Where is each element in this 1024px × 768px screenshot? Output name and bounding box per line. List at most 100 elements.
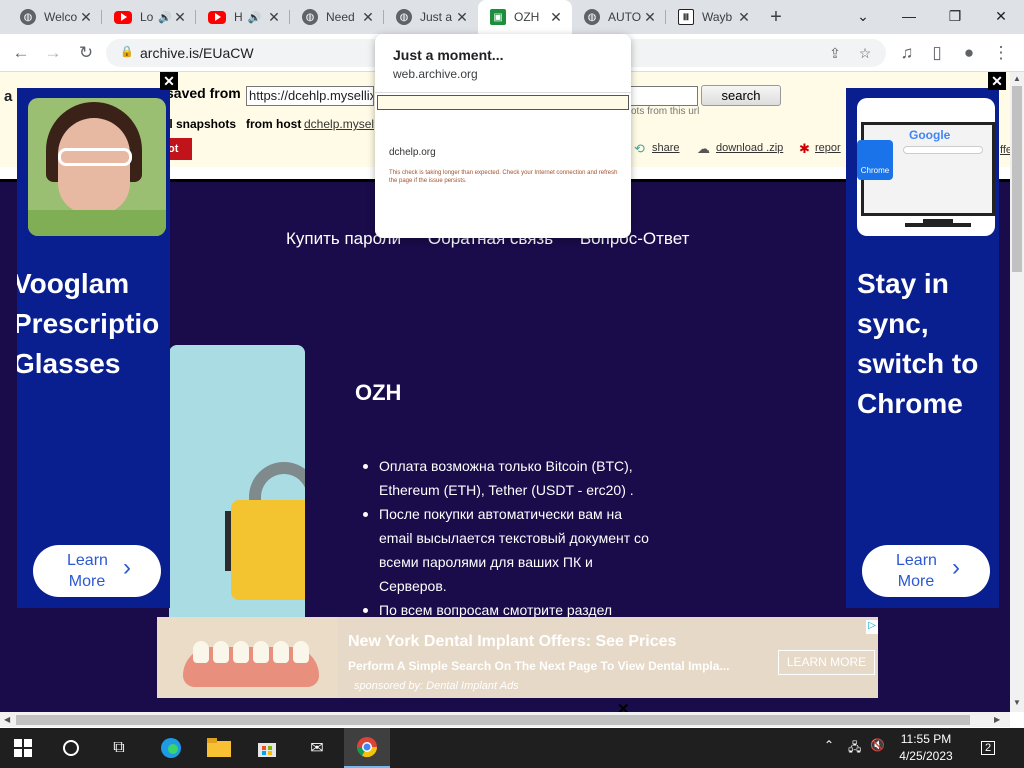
menu-kebab-icon[interactable]: ⋮ xyxy=(988,41,1014,65)
scroll-up-icon[interactable]: ▲ xyxy=(1013,74,1021,83)
network-icon[interactable]: 🖧 xyxy=(848,738,861,759)
close-icon[interactable]: ✕ xyxy=(548,9,564,25)
product-description-list: Оплата возможна только Bitcoin (BTC), Et… xyxy=(363,454,649,622)
youtube-icon xyxy=(208,10,226,24)
close-icon[interactable]: ✕ xyxy=(736,9,752,25)
bookmark-star-icon[interactable]: ☆ xyxy=(856,44,874,62)
search-button[interactable]: search xyxy=(701,85,781,106)
close-icon[interactable]: ✕ xyxy=(642,9,658,25)
learn-more-button[interactable]: Learn More › xyxy=(862,545,990,597)
adchoices-icon[interactable]: ▷ xyxy=(866,620,878,634)
ad-sponsor: sponsored by: Dental Implant Ads xyxy=(354,680,519,692)
left-ad-close-button[interactable]: ✕ xyxy=(160,72,178,90)
scrollbar-thumb[interactable] xyxy=(16,715,970,725)
ad-headline: Stay in sync, switch to Chrome xyxy=(857,268,979,419)
chrome-icon: Chrome xyxy=(857,140,893,180)
edge-icon[interactable] xyxy=(148,728,194,768)
notifications-icon[interactable]: 2 xyxy=(968,728,1008,768)
maximize-button[interactable]: ❐ xyxy=(932,0,978,34)
share-link[interactable]: share xyxy=(652,142,680,154)
close-icon[interactable]: ✕ xyxy=(266,9,282,25)
speaker-icon[interactable]: 🔊 xyxy=(158,11,172,24)
tab-just-a-moment[interactable]: ◍ Just a ✕ xyxy=(384,0,478,34)
tab-title: Lo xyxy=(140,10,154,24)
share-icon[interactable]: ⇪ xyxy=(826,44,844,62)
right-ad-close-button[interactable]: ✕ xyxy=(988,72,1006,90)
report-icon: ✱ xyxy=(799,141,810,156)
new-tab-button[interactable]: + xyxy=(766,7,786,27)
list-item: Оплата возможна только Bitcoin (BTC), Et… xyxy=(363,454,649,502)
vertical-scrollbar[interactable]: ▲ ▼ xyxy=(1010,72,1024,712)
close-icon[interactable]: ✕ xyxy=(78,9,94,25)
media-control-icon[interactable]: ♫ xyxy=(894,41,920,65)
snapshots-label: ll snapshots xyxy=(166,117,237,131)
tab-wayback[interactable]: Ⅲ Wayb ✕ xyxy=(666,0,760,34)
globe-icon: ◍ xyxy=(584,9,600,25)
dental-implant-image xyxy=(157,617,338,698)
volume-muted-icon[interactable]: 🔇 xyxy=(870,738,885,752)
tab-welcome[interactable]: ◍ Welco ✕ xyxy=(8,0,102,34)
search-url-input[interactable] xyxy=(630,86,698,106)
download-zip-link[interactable]: download .zip xyxy=(716,142,783,154)
learn-more-button[interactable]: Learn More › xyxy=(33,545,161,597)
back-button[interactable]: ← xyxy=(8,41,34,65)
mail-icon[interactable]: ✉ xyxy=(294,728,340,768)
side-panel-icon[interactable]: ▯ xyxy=(924,41,950,65)
store-icon[interactable] xyxy=(244,728,290,768)
close-icon[interactable]: ✕ xyxy=(454,9,470,25)
lock-icon[interactable]: 🔒 xyxy=(120,45,134,58)
clock-time: 11:55 PM xyxy=(900,732,952,746)
scroll-left-icon[interactable]: ◀ xyxy=(4,715,10,724)
tab-ozh[interactable]: ▣ OZH ✕ xyxy=(478,0,572,34)
tab-youtube-2[interactable]: H 🔊 ✕ xyxy=(196,0,290,34)
padlock-icon xyxy=(231,500,305,600)
speaker-icon[interactable]: 🔊 xyxy=(248,11,262,24)
tab-strip: ◍ Welco ✕ Lo 🔊 ✕ H 🔊 ✕ ◍ Need ✕ ◍ Just a… xyxy=(0,0,1024,34)
close-window-button[interactable]: ✕ xyxy=(978,0,1024,34)
youtube-icon xyxy=(114,10,132,24)
ad-model-photo xyxy=(28,98,166,236)
reload-button[interactable]: ↻ xyxy=(73,41,99,65)
profile-avatar-icon[interactable]: ● xyxy=(956,41,982,65)
scroll-down-icon[interactable]: ▼ xyxy=(1013,698,1021,707)
download-icon: ☁ xyxy=(697,141,710,156)
windows-taskbar: ⧉ ✉ ⌃ 🖧 🔇 11:55 PM 4/25/2023 2 xyxy=(0,728,1024,768)
close-icon[interactable]: ✕ xyxy=(360,9,376,25)
saved-url-input[interactable]: https://dcehlp.mysellix xyxy=(246,86,374,106)
chevron-right-icon: › xyxy=(952,554,960,581)
glasses-icon xyxy=(58,148,132,166)
windows-start-icon[interactable] xyxy=(0,728,46,768)
button-label: Learn More xyxy=(67,552,108,590)
minimize-button[interactable]: — xyxy=(886,0,932,34)
tab-hover-card: Just a moment... web.archive.org dchelp.… xyxy=(375,34,631,238)
show-hidden-icons-icon[interactable]: ⌃ xyxy=(824,738,834,752)
scrollbar-thumb[interactable] xyxy=(1012,86,1022,272)
left-side-ad[interactable]: Vooglam Prescriptio Glasses Learn More › xyxy=(17,88,170,608)
archive-edge-letter: a xyxy=(4,88,13,105)
bottom-banner-ad[interactable]: New York Dental Implant Offers: See Pric… xyxy=(157,617,878,698)
snapshots-from-url-link[interactable]: ots from this url xyxy=(631,106,699,117)
search-icon[interactable] xyxy=(48,728,94,768)
tab-search-button[interactable]: ⌄ xyxy=(840,0,886,34)
ad-laptop-image: Google Chrome xyxy=(857,98,995,236)
file-explorer-icon[interactable] xyxy=(196,728,242,768)
list-item: После покупки автоматически вам на email… xyxy=(363,502,649,598)
system-clock[interactable]: 11:55 PM 4/25/2023 xyxy=(894,731,958,765)
hover-card-title: Just a moment... xyxy=(393,47,504,63)
tab-auto[interactable]: ◍ AUTO ✕ xyxy=(572,0,666,34)
scroll-right-icon[interactable]: ▶ xyxy=(994,715,1000,724)
host-link[interactable]: dchelp.mysel xyxy=(304,117,376,131)
task-view-icon[interactable]: ⧉ xyxy=(96,728,142,768)
close-icon[interactable]: ✕ xyxy=(172,9,188,25)
tab-title: OZH xyxy=(514,10,540,24)
forward-button[interactable]: → xyxy=(40,41,66,65)
learn-more-button[interactable]: LEARN MORE xyxy=(778,650,875,675)
right-side-ad[interactable]: Google Chrome Stay in sync, switch to Ch… xyxy=(846,88,999,608)
report-link[interactable]: repor xyxy=(815,142,841,154)
from-host-label: from host xyxy=(246,117,302,131)
chrome-taskbar-icon[interactable] xyxy=(344,728,390,768)
tab-need[interactable]: ◍ Need ✕ xyxy=(290,0,384,34)
tab-youtube-1[interactable]: Lo 🔊 ✕ xyxy=(102,0,196,34)
tab-title: H xyxy=(234,10,243,24)
horizontal-scrollbar[interactable]: ◀ ▶ xyxy=(0,712,1010,727)
